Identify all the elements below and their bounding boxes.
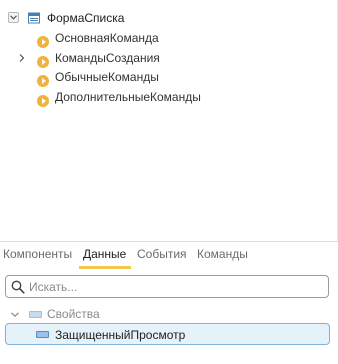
- tab-components[interactable]: Компоненты: [3, 247, 72, 265]
- attribute-icon: [36, 331, 49, 338]
- command-icon: [37, 95, 49, 107]
- command-icon: [37, 75, 49, 87]
- collapse-toggle[interactable]: [8, 12, 19, 23]
- properties-group-label: Свойства: [47, 307, 100, 321]
- search-input[interactable]: [29, 278, 319, 295]
- tree-item-label: ОбычныеКоманды: [55, 70, 159, 84]
- attribute-label: ЗащищенныйПросмотр: [55, 328, 186, 342]
- tree-item-root[interactable]: ФормаСписка: [0, 8, 338, 28]
- search-icon: [11, 280, 25, 294]
- tree-item-label: ОсновнаяКоманда: [55, 31, 159, 45]
- tree-item-label: ДополнительныеКоманды: [55, 90, 201, 104]
- tree-item[interactable]: ДополнительныеКоманды: [0, 87, 338, 107]
- chevron-down-icon: [10, 15, 17, 20]
- tree-item[interactable]: ОсновнаяКоманда: [0, 28, 338, 48]
- form-structure-tree: ФормаСписка ОсновнаяКоманда КомандыСозда…: [0, 0, 338, 241]
- active-tab-indicator: [79, 266, 131, 269]
- search-field[interactable]: [5, 275, 329, 298]
- tree-item-label: ФормаСписка: [47, 11, 125, 25]
- tab-commands[interactable]: Команды: [197, 247, 248, 265]
- chevron-right-icon: [19, 53, 24, 62]
- tree-item[interactable]: ОбычныеКоманды: [0, 67, 338, 87]
- collapse-toggle[interactable]: [9, 309, 20, 320]
- expand-toggle[interactable]: [16, 52, 27, 63]
- attribute-row-selected[interactable]: ЗащищенныйПросмотр: [5, 323, 330, 345]
- command-icon: [37, 36, 49, 48]
- tree-item[interactable]: КомандыСоздания: [0, 48, 338, 68]
- tab-events[interactable]: События: [137, 247, 187, 265]
- form-icon: [28, 12, 40, 24]
- tree-item-label: КомандыСоздания: [55, 51, 160, 65]
- tab-data[interactable]: Данные: [83, 247, 126, 265]
- properties-group-row[interactable]: Свойства: [0, 305, 338, 323]
- chevron-down-icon: [10, 312, 19, 317]
- tab-bar: Компоненты Данные События Команды: [0, 242, 338, 269]
- properties-icon: [29, 311, 42, 318]
- properties-panel: Компоненты Данные События Команды Свойст…: [0, 241, 338, 364]
